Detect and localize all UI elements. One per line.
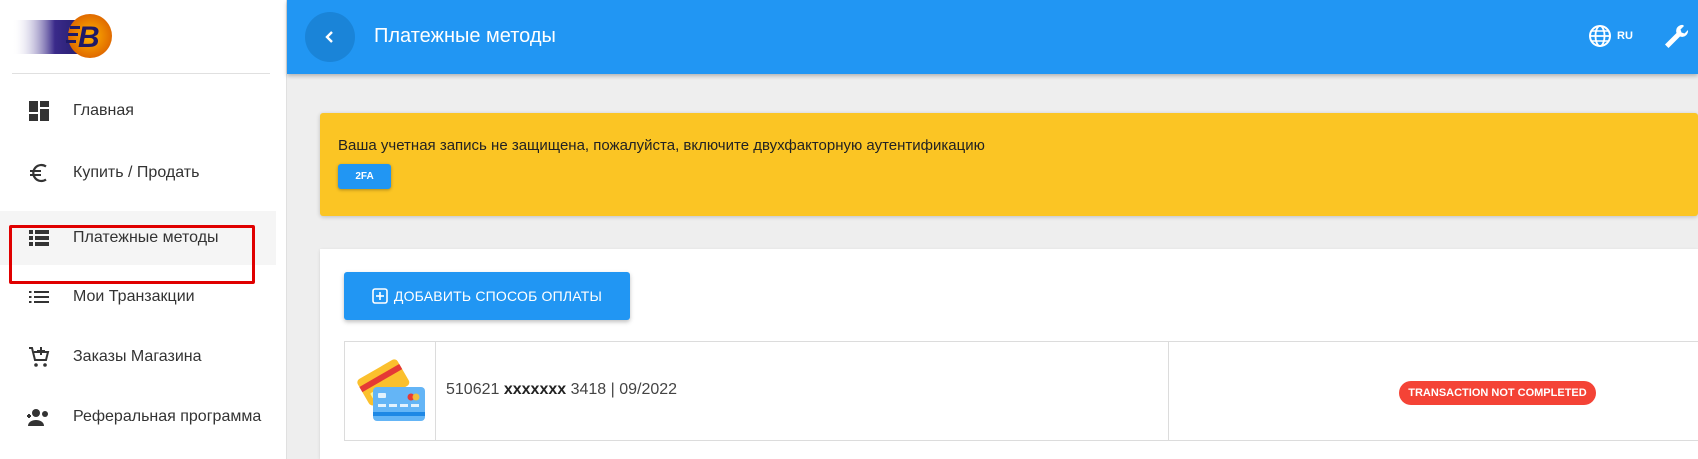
sidebar-item-shop-orders[interactable]: Заказы Магазина <box>0 330 276 384</box>
sidebar-item-transactions[interactable]: Мои Транзакции <box>0 270 276 324</box>
sidebar-item-label: Реферальная программа <box>73 408 262 425</box>
settings-button[interactable] <box>1661 22 1691 52</box>
dashboard-icon <box>24 96 54 126</box>
sidebar-item-label: Платежные методы <box>73 229 219 246</box>
sidebar-item-label: Мои Транзакции <box>73 288 195 305</box>
add-payment-method-label: ДОБАВИТЬ СПОСОБ ОПЛАТЫ <box>393 288 603 304</box>
back-button[interactable] <box>305 12 355 62</box>
brand-logo[interactable]: B <box>12 12 118 62</box>
chevron-left-icon <box>325 31 333 43</box>
cart-add-icon <box>24 342 54 372</box>
table-row[interactable]: 510621 xxxxxxx 3418 | 09/2022 TRANSACTIO… <box>344 341 1698 441</box>
list-lines-icon <box>24 282 54 312</box>
card-prefix: 510621 <box>446 381 500 398</box>
sidebar-item-label: Заказы Магазина <box>73 348 202 365</box>
add-payment-method-button[interactable]: ДОБАВИТЬ СПОСОБ ОПЛАТЫ <box>344 272 630 320</box>
sidebar-item-label: Купить / Продать <box>73 164 200 181</box>
language-label: RU <box>1617 30 1633 42</box>
security-warning-banner: Ваша учетная запись не защищена, пожалуй… <box>320 113 1698 216</box>
warning-text: Ваша учетная запись не защищена, пожалуй… <box>338 137 985 154</box>
people-icon <box>24 402 54 432</box>
card-suffix-expiry: 3418 | 09/2022 <box>570 381 678 398</box>
euro-icon <box>24 158 54 188</box>
status-badge: TRANSACTION NOT COMPLETED <box>1399 381 1596 405</box>
enable-2fa-button[interactable]: 2FA <box>338 164 391 189</box>
status-cell: TRANSACTION NOT COMPLETED <box>1169 342 1698 440</box>
sidebar-item-referral[interactable]: Реферальная программа <box>0 390 276 444</box>
page-title: Платежные методы <box>374 25 556 47</box>
card-number-cell: 510621 xxxxxxx 3418 | 09/2022 <box>436 342 1169 440</box>
language-selector[interactable]: RU <box>1588 24 1633 48</box>
top-app-bar: Платежные методы RU <box>287 0 1698 74</box>
sidebar: B Главная Купить / Продать Платежные мет… <box>0 0 287 459</box>
sidebar-item-label: Главная <box>73 102 134 119</box>
svg-text:B: B <box>78 21 100 54</box>
wrench-icon <box>1665 24 1689 48</box>
card-number: 510621 xxxxxxx 3418 | 09/2022 <box>446 381 677 399</box>
sidebar-item-home[interactable]: Главная <box>0 84 276 138</box>
logo-divider <box>12 73 270 74</box>
payment-methods-card: ДОБАВИТЬ СПОСОБ ОПЛАТЫ 510621 xxxxxxx 34… <box>320 249 1698 459</box>
sidebar-item-payment-methods[interactable]: Платежные методы <box>0 211 276 265</box>
list-icon <box>24 223 54 253</box>
plus-box-icon <box>372 288 388 304</box>
sidebar-item-buy-sell[interactable]: Купить / Продать <box>0 146 276 200</box>
card-masked: xxxxxxx <box>503 381 567 398</box>
globe-icon <box>1589 25 1611 47</box>
credit-card-icon <box>357 359 425 421</box>
card-image-cell <box>345 342 436 440</box>
